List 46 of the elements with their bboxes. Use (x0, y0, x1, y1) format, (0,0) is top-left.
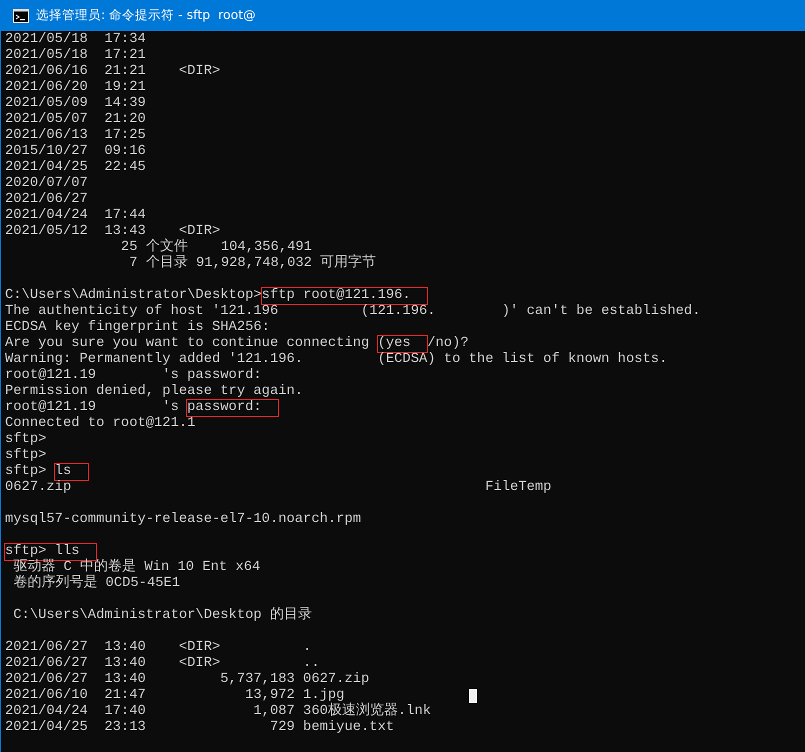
console-text: 卷的序列号是 0CD5-45E1 (12, 576, 180, 592)
console-text: 2021/05/09 14:39 (5, 96, 146, 112)
highlighted-text: sftp> lls (5, 544, 96, 560)
console-text: 2021/04/25 23:13 729 bemiyue.txt (5, 720, 394, 736)
console-text: 0627.zip FileTemp (5, 480, 552, 496)
console-text: sftp> (5, 464, 48, 480)
console-text: 2021/06/27 (5, 192, 88, 208)
console-text: root@121.19 's (5, 400, 180, 416)
console-text: /no)? (427, 336, 469, 352)
console-text: 2021/06/27 13:40 5,737,183 0627.zip (5, 672, 370, 688)
highlighted-text: password: (187, 400, 278, 416)
console-text: 2021/06/13 17:25 (5, 128, 146, 144)
console-text: 2021/04/25 22:45 (5, 160, 146, 176)
console-text: 2021/06/10 21:47 13,972 1.jpg (5, 688, 344, 703)
console-text: 25 个文件 104,356,491 (120, 240, 312, 255)
window-title: 选择管理员: 命令提示符 - sftp root@ (36, 7, 256, 24)
console-text: C:\Users\Administrator\Desktop> (5, 288, 262, 304)
console-text: 7 个目录 91,928,748,032 可用字节 (128, 256, 376, 272)
terminal-icon (13, 8, 29, 22)
console-text: 2020/07/07 (5, 176, 88, 192)
console-text: 2021/05/18 17:34 (5, 32, 146, 48)
console-text: 2021/06/27 13:40 <DIR> .. (5, 656, 320, 672)
console-text: Permission denied, please try again. (5, 384, 304, 400)
console-text: Connected to root@121.1 (5, 416, 196, 432)
console-text: 2021/06/16 21:21 <DIR> (5, 64, 220, 80)
console-text: 2021/06/20 19:21 (5, 80, 146, 96)
console-text: Are you sure you want to continue connecting (5, 336, 370, 352)
console-text: C:\Users\Administrator\Desktop 的目录 (12, 608, 312, 624)
console-text: 2021/04/24 17:44 (5, 208, 146, 224)
console-text: 2021/05/18 17:21 (5, 48, 146, 64)
highlighted-text: ls (54, 464, 88, 480)
console-text: 2021/05/12 13:43 <DIR> (5, 224, 220, 239)
console-text: 2021/05/07 21:20 (5, 112, 146, 128)
highlighted-text: (yes (378, 336, 428, 352)
console-text: sftp> (5, 432, 46, 448)
console-text: The authenticity of host '121.196 (121.196. )' can't be established. (5, 304, 700, 320)
console-text: 2021/06/27 13:40 <DIR> . (5, 640, 312, 656)
console-text: 2015/10/27 09:16 (5, 144, 146, 160)
console-text: 驱动器 C 中的卷是 Win 10 Ent x64 (12, 560, 260, 575)
console-text: ECDSA key fingerprint is SHA256: (5, 320, 270, 336)
console-text: root@121.19 's password: (5, 368, 262, 384)
console-text: sftp> (5, 448, 46, 464)
console-text: mysql57-community-release-el7-10.noarch.rpm (5, 512, 362, 528)
highlighted-text: sftp root@121.196. (262, 288, 428, 304)
console-text: Warning: Permanently added '121.196. (ECDSA) to the list of known hosts. (5, 352, 668, 368)
console-text: 2021/04/24 17:40 1,087 360极速浏览器.lnk (5, 704, 432, 720)
